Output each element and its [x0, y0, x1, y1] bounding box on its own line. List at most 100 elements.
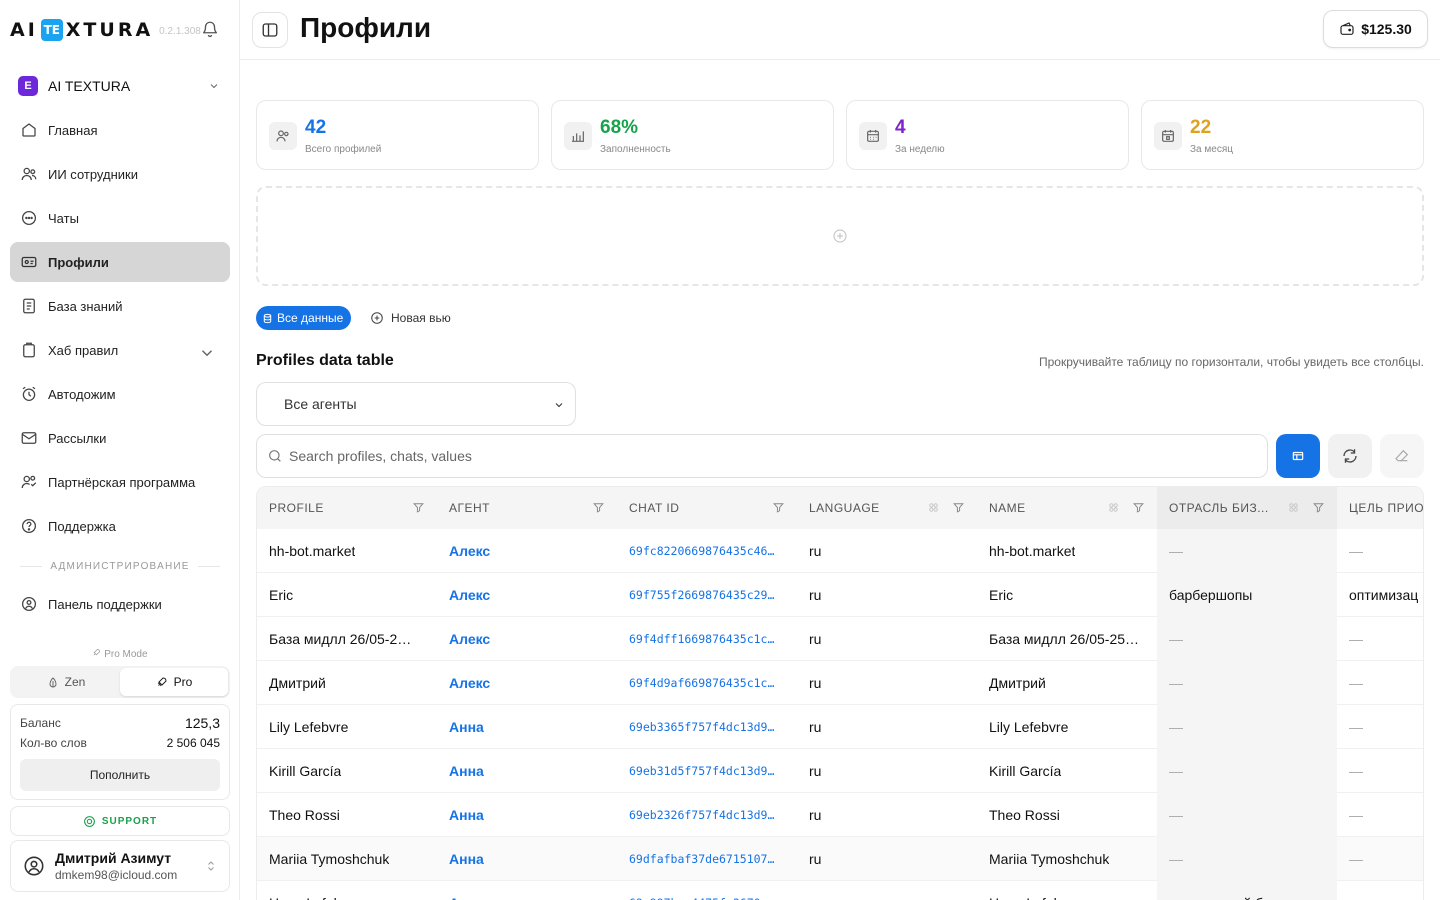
column-tools: [1107, 501, 1145, 514]
stat-label: За месяц: [1190, 144, 1233, 155]
table-cell-text: —: [1169, 763, 1183, 779]
table-cell-text: Алекс: [449, 543, 491, 559]
refresh-button[interactable]: [1328, 434, 1372, 478]
column-header[interactable]: NAME: [977, 487, 1157, 529]
table-row[interactable]: Hugo Lefebvre Алекс 69e997bac4475fe3670c… r…: [257, 881, 1423, 900]
workspace-selector[interactable]: E AI TEXTURA: [10, 66, 230, 106]
nav-item-label: Поддержка: [48, 518, 116, 534]
brand[interactable]: AI TE XTURA 0.2.1.308: [10, 16, 201, 44]
table-row[interactable]: hh-bot.market Алекс 69fc8220669876435c46… r…: [257, 529, 1423, 573]
column-header[interactable]: LANGUAGE: [797, 487, 977, 529]
table-cell[interactable]: Алекс: [437, 617, 617, 661]
column-header[interactable]: ОТРАСЛЬ БИЗ...: [1157, 487, 1337, 529]
mode-zen-label: Zen: [64, 675, 86, 689]
table-cell-text: Анна: [449, 851, 484, 867]
table-row[interactable]: Theo Rossi Анна 69eb2326f757f4dc13d9… ru The…: [257, 793, 1423, 837]
table-cell[interactable]: 69eb3365f757f4dc13d9…: [617, 705, 797, 749]
table-row[interactable]: Kirill García Анна 69eb31d5f757f4dc13d9… ru…: [257, 749, 1423, 793]
nav-item-profiles[interactable]: Профили: [10, 242, 230, 282]
table-cell[interactable]: 69eb31d5f757f4dc13d9…: [617, 749, 797, 793]
new-view-button[interactable]: Новая вью: [370, 306, 451, 330]
mode-zen-option[interactable]: Zen: [12, 668, 120, 696]
table-cell: Eric: [977, 573, 1157, 617]
table-cell[interactable]: 69dfafbaf37de6715107…: [617, 837, 797, 881]
balance-value: 125,3: [184, 715, 220, 731]
table-row[interactable]: Дмитрий Алекс 69f4d9af669876435c1c… ru Дмитр…: [257, 661, 1423, 705]
nav-item-chats[interactable]: Чаты: [10, 198, 230, 238]
table-cell-text: База мидлл 26/05-25…: [989, 631, 1140, 647]
balance-card: Баланс 125,3 Кол-во слов 2 506 045 Попол…: [10, 704, 230, 800]
table-cell[interactable]: 69f4d9af669876435c1c…: [617, 661, 797, 705]
nav-item-mailings[interactable]: Рассылки: [10, 418, 230, 458]
profiles-table[interactable]: PROFILE АГЕНТ CHAT ID LANGUAGE NAME ОТРАСЛЬ Б…: [256, 486, 1424, 900]
table-cell-text: 69f755f2669876435c29…: [629, 588, 775, 602]
group-icon[interactable]: [927, 501, 940, 514]
stat-value: 22: [1190, 117, 1212, 138]
user-menu[interactable]: Дмитрий Азимут dmkem98@icloud.com: [10, 840, 230, 892]
filter-icon[interactable]: [592, 501, 605, 514]
filter-icon[interactable]: [1132, 501, 1145, 514]
filter-icon[interactable]: [952, 501, 965, 514]
table-cell: —: [1337, 837, 1423, 881]
column-header[interactable]: PROFILE: [257, 487, 437, 529]
bell-icon[interactable]: [201, 20, 219, 38]
nav-item-support[interactable]: Поддержка: [10, 506, 230, 546]
table-cell[interactable]: 69eb2326f757f4dc13d9…: [617, 793, 797, 837]
filter-icon[interactable]: [412, 501, 425, 514]
table-cell[interactable]: 69f755f2669876435c29…: [617, 573, 797, 617]
mode-pro-option[interactable]: Pro: [120, 668, 228, 696]
table-cell[interactable]: Анна: [437, 837, 617, 881]
columns-view-button[interactable]: [1276, 434, 1320, 478]
table-cell[interactable]: Алекс: [437, 573, 617, 617]
table-cell: —: [1337, 793, 1423, 837]
mode-toggle: Zen Pro: [10, 666, 230, 698]
nav-item-support-panel[interactable]: Панель поддержки: [10, 584, 230, 624]
balance-pill[interactable]: $125.30: [1323, 10, 1428, 48]
filter-icon[interactable]: [772, 501, 785, 514]
stat-card-month: 22 За месяц: [1141, 100, 1424, 170]
stat-label: Всего профилей: [305, 144, 382, 155]
table-cell[interactable]: 69f4dff1669876435c1c…: [617, 617, 797, 661]
chevron-down-icon: [555, 403, 563, 408]
search-input[interactable]: [289, 448, 1189, 464]
table-row[interactable]: Mariia Tymoshchuk Анна 69dfafbaf37de671510…: [257, 837, 1423, 881]
table-cell-text: Алекс: [449, 631, 491, 647]
table-cell[interactable]: Анна: [437, 749, 617, 793]
table-cell[interactable]: Алекс: [437, 661, 617, 705]
table-row[interactable]: База мидлл 26/05-2… Алекс 69f4dff166987643…: [257, 617, 1423, 661]
clear-filters-button[interactable]: [1380, 434, 1424, 478]
view-tab-all-data[interactable]: Все данные: [256, 306, 352, 330]
agent-filter-select[interactable]: Все агенты: [256, 382, 576, 426]
nav-item-home[interactable]: Главная: [10, 110, 230, 150]
filter-icon[interactable]: [1312, 501, 1325, 514]
table-row[interactable]: Eric Алекс 69f755f2669876435c29… ru Eric барб…: [257, 573, 1423, 617]
nav-item-ai-employees[interactable]: ИИ сотрудники: [10, 154, 230, 194]
table-cell-text: барбершопы: [1169, 587, 1253, 603]
table-cell[interactable]: Анна: [437, 793, 617, 837]
table-view-icon: [1292, 451, 1304, 461]
table-cell: ru: [797, 749, 977, 793]
table-header: PROFILE АГЕНТ CHAT ID LANGUAGE NAME ОТРАСЛЬ Б…: [257, 487, 1423, 529]
table-cell[interactable]: Алекс: [437, 529, 617, 573]
topup-button[interactable]: Пополнить: [20, 759, 220, 791]
table-cell[interactable]: 69fc8220669876435c46…: [617, 529, 797, 573]
table-cell[interactable]: 69e997bac4475fe3670c…: [617, 881, 797, 900]
table-cell: ru: [797, 573, 977, 617]
group-icon[interactable]: [1107, 501, 1120, 514]
sidebar-toggle-button[interactable]: [252, 12, 288, 48]
nav-item-partner-program[interactable]: Партнёрская программа: [10, 462, 230, 502]
column-header[interactable]: CHAT ID: [617, 487, 797, 529]
table-cell[interactable]: Анна: [437, 705, 617, 749]
column-header[interactable]: ЦЕЛЬ ПРИО: [1337, 487, 1423, 529]
add-widget-area[interactable]: [256, 186, 1424, 286]
table-row[interactable]: Lily Lefebvre Анна 69eb3365f757f4dc13d9… ru…: [257, 705, 1423, 749]
table-cell-text: Lily Lefebvre: [269, 719, 349, 735]
nav-item-auto-followup[interactable]: Автодожим: [10, 374, 230, 414]
nav-item-knowledge-base[interactable]: База знаний: [10, 286, 230, 326]
table-cell[interactable]: Алекс: [437, 881, 617, 900]
group-icon[interactable]: [1287, 501, 1300, 514]
column-header[interactable]: АГЕНТ: [437, 487, 617, 529]
column-tools: [772, 501, 785, 514]
support-button[interactable]: SUPPORT: [10, 806, 230, 836]
nav-item-rules-hub[interactable]: Хаб правил: [10, 330, 230, 370]
